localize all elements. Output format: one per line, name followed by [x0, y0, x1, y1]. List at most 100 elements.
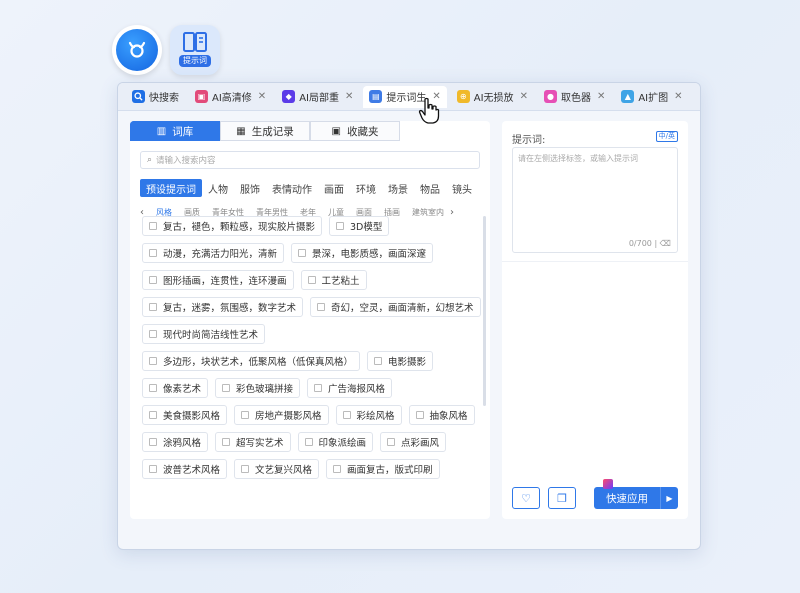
category-item[interactable]: 物品	[414, 179, 446, 197]
checkbox[interactable]	[415, 411, 424, 419]
checkbox[interactable]	[222, 438, 231, 446]
chip-label: 涂鸦风格	[163, 438, 202, 449]
category-item[interactable]: 环境	[350, 179, 382, 197]
checkbox[interactable]	[304, 438, 313, 446]
checkbox[interactable]	[333, 465, 342, 473]
prompt-chip[interactable]: 像素艺术	[142, 378, 209, 398]
search-icon: ⌕	[147, 155, 153, 165]
checkbox[interactable]	[149, 465, 157, 473]
chip-label: 工艺粘土	[321, 276, 360, 287]
prompt-chip[interactable]: 抽象风格	[408, 405, 475, 425]
checkbox[interactable]	[149, 411, 157, 419]
lossless-zoom-icon: ⊕	[456, 90, 470, 103]
tab-quick-search[interactable]: 快搜索	[126, 86, 185, 108]
scrollbar[interactable]	[483, 216, 486, 406]
checkbox[interactable]	[149, 384, 157, 392]
checkbox[interactable]	[149, 438, 157, 446]
prompt-chip[interactable]: 彩色玻璃拼接	[215, 378, 301, 398]
prompt-textarea[interactable]: 请在左侧选择标签，或输入提示词 0/700 | ⌫	[512, 147, 678, 253]
prompt-chip[interactable]: 景深，电影质感，画面深邃	[291, 243, 434, 263]
checkbox[interactable]	[149, 249, 157, 257]
tab-color-picker[interactable]: ● 取色器 ✕	[538, 86, 611, 108]
checkbox[interactable]	[342, 411, 351, 419]
favorite-button[interactable]: ♡	[512, 487, 541, 509]
char-count: 0/700 | ⌫	[629, 239, 671, 248]
caret-right-icon[interactable]: ▶	[659, 487, 678, 509]
checkbox[interactable]	[298, 249, 307, 257]
prompt-chip[interactable]: 波普艺术风格	[142, 459, 228, 479]
favorites-icon: ▣	[331, 125, 341, 137]
prompt-chip[interactable]: 点彩画风	[380, 432, 447, 452]
expand-image-icon: ▲	[621, 90, 635, 103]
prompt-chip[interactable]: 画面复古，版式印刷	[326, 459, 440, 479]
prompt-chip[interactable]: 动漫，充满活力阳光，清新	[142, 243, 285, 263]
checkbox[interactable]	[241, 465, 250, 473]
chip-label: 广告海报风格	[328, 384, 386, 395]
checkbox[interactable]	[149, 330, 157, 338]
main-content: ▥ 词库 ▦ 生成记录 ▣ 收藏夹 ⌕ 请输入搜索内容 预设提示词 人物 服饰 …	[130, 121, 688, 519]
prompt-chip[interactable]: 印象派绘画	[297, 432, 374, 452]
checkbox[interactable]	[336, 222, 345, 230]
segment-favorites[interactable]: ▣ 收藏夹	[310, 121, 400, 141]
tab-expand-image[interactable]: ▲ AI扩图 ✕	[615, 86, 688, 108]
chip-label: 复古，迷雾，氛围感，数字艺术	[163, 303, 297, 314]
prompt-chip[interactable]: 涂鸦风格	[142, 432, 209, 452]
segment-label: 生成记录	[251, 125, 294, 138]
prompt-chip[interactable]: 超写实艺术	[215, 432, 291, 452]
prompt-chip[interactable]: 房地产摄影风格	[234, 405, 329, 425]
language-toggle[interactable]: 中/英	[655, 131, 678, 142]
checkbox[interactable]	[222, 384, 231, 392]
checkbox[interactable]	[241, 411, 250, 419]
checkbox[interactable]	[149, 357, 157, 365]
library-panel: ▥ 词库 ▦ 生成记录 ▣ 收藏夹 ⌕ 请输入搜索内容 预设提示词 人物 服饰 …	[130, 121, 490, 519]
color-picker-icon: ●	[543, 90, 557, 103]
prompt-chip[interactable]: 3D模型	[329, 216, 390, 236]
search-input[interactable]: ⌕ 请输入搜索内容	[140, 151, 480, 169]
checkbox[interactable]	[149, 222, 157, 230]
prompt-app-icon[interactable]: 提示词	[170, 25, 220, 75]
close-icon[interactable]: ✕	[345, 91, 353, 102]
chip-label: 波普艺术风格	[163, 465, 221, 476]
checkbox[interactable]	[149, 303, 157, 311]
copy-button[interactable]: ❐	[548, 487, 577, 509]
prompt-chip[interactable]: 电影摄影	[367, 351, 434, 371]
tab-lossless-zoom[interactable]: ⊕ AI无损放 ✕	[451, 86, 534, 108]
checkbox[interactable]	[307, 276, 316, 284]
checkbox[interactable]	[314, 384, 323, 392]
segment-history[interactable]: ▦ 生成记录	[220, 121, 310, 141]
category-item[interactable]: 画面	[318, 179, 350, 197]
delete-icon[interactable]: | ⌫	[654, 239, 671, 248]
close-icon[interactable]: ✕	[258, 91, 266, 102]
category-item[interactable]: 镜头	[446, 179, 478, 197]
checkbox[interactable]	[149, 276, 157, 284]
segment-library[interactable]: ▥ 词库	[130, 121, 220, 141]
category-item[interactable]: 人物	[202, 179, 234, 197]
category-item[interactable]: 预设提示词	[140, 179, 202, 197]
prompt-chip[interactable]: 复古，褪色，颗粒感，现实胶片摄影	[142, 216, 323, 236]
category-item[interactable]: 场景	[382, 179, 414, 197]
prompt-chip[interactable]: 复古，迷雾，氛围感，数字艺术	[142, 297, 304, 317]
category-item[interactable]: 服饰	[234, 179, 266, 197]
prompt-chip[interactable]: 图形插画，连贯性，连环漫画	[142, 270, 294, 290]
prompt-chip[interactable]: 多边形，块状艺术，低聚风格（低保真风格）	[142, 351, 361, 371]
close-icon[interactable]: ✕	[597, 91, 605, 102]
prompt-chip[interactable]: 美食摄影风格	[142, 405, 228, 425]
prompt-chip[interactable]: 现代时尚简洁线性艺术	[142, 324, 266, 344]
checkbox[interactable]	[374, 357, 383, 365]
prompt-chip[interactable]: 广告海报风格	[307, 378, 393, 398]
prompt-chip[interactable]: 奇幻，空灵，画面清新，幻想艺术	[310, 297, 481, 317]
tab-partial-redraw[interactable]: ◆ AI局部重 ✕	[276, 86, 359, 108]
checkbox[interactable]	[387, 438, 396, 446]
category-item[interactable]: 表情动作	[266, 179, 318, 197]
category-bar: 预设提示词 人物 服饰 表情动作 画面 环境 场景 物品 镜头	[140, 179, 480, 197]
tab-hd-repair[interactable]: ▣ AI高清修 ✕	[189, 86, 272, 108]
close-icon[interactable]: ✕	[674, 91, 682, 102]
prompt-chip[interactable]: 彩绘风格	[335, 405, 402, 425]
char-count-value: 0/700	[628, 239, 652, 248]
prompt-chip[interactable]: 工艺粘土	[300, 270, 367, 290]
main-app-icon[interactable]	[112, 25, 162, 75]
close-icon[interactable]: ✕	[520, 91, 528, 102]
quick-apply-button[interactable]: 快速应用 ▶	[594, 479, 678, 509]
checkbox[interactable]	[317, 303, 326, 311]
prompt-chip[interactable]: 文艺复兴风格	[234, 459, 320, 479]
